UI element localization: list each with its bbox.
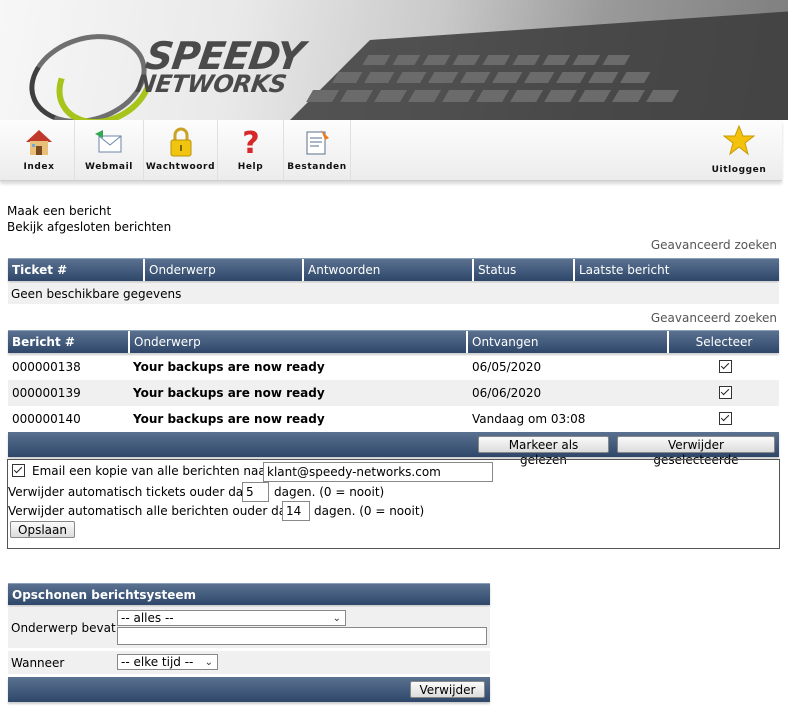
message-retention-suffix: dagen. (0 = nooit) bbox=[314, 504, 425, 518]
save-button[interactable]: Opslaan bbox=[10, 521, 75, 538]
messages-table-header: Bericht # Onderwerp Ontvangen Selecteer bbox=[8, 330, 779, 353]
message-subject-link[interactable]: Your backups are now ready bbox=[133, 380, 325, 406]
speedy-networks-logo: SPEEDY NETWORKS bbox=[17, 19, 328, 120]
col-subject[interactable]: Onderwerp bbox=[145, 259, 304, 281]
subject-contains-label: Onderwerp bevat bbox=[11, 621, 116, 635]
toolbar-password-label: Wachtwoord bbox=[145, 162, 216, 172]
email-copy-field[interactable]: klant@speedy-networks.com bbox=[263, 462, 493, 482]
delete-selected-button[interactable]: Verwijder geselecteerde bbox=[617, 436, 775, 467]
subject-text-input[interactable] bbox=[117, 627, 487, 645]
message-settings-panel: Email een kopie van alle berichten naar … bbox=[7, 459, 780, 549]
cleanup-when-row: Wanneer -- elke tijd -- ⌄ bbox=[8, 651, 490, 674]
message-select-checkbox[interactable] bbox=[719, 412, 732, 425]
lock-icon bbox=[170, 127, 191, 157]
message-received: Vandaag om 03:08 bbox=[472, 412, 586, 426]
mark-read-button[interactable]: Markeer als gelezen bbox=[478, 436, 609, 467]
advanced-search-link-tickets[interactable]: Geavanceerd zoeken bbox=[651, 238, 777, 252]
when-select[interactable]: -- elke tijd -- ⌄ bbox=[117, 654, 218, 670]
col-message-subject[interactable]: Onderwerp bbox=[130, 331, 468, 353]
toolbar-files-label: Bestanden bbox=[287, 162, 347, 172]
svg-text:?: ? bbox=[242, 126, 259, 158]
table-row: 000000139 Your backups are now ready 06/… bbox=[8, 380, 779, 406]
message-id: 000000140 bbox=[12, 412, 81, 426]
col-ticket-number[interactable]: Ticket # bbox=[8, 259, 145, 281]
cleanup-action-bar: Verwijder bbox=[8, 677, 490, 702]
new-message-link[interactable]: Maak een bericht bbox=[7, 203, 171, 219]
ticket-retention-suffix: dagen. (0 = nooit) bbox=[274, 485, 385, 499]
message-id: 000000138 bbox=[12, 360, 81, 374]
files-icon bbox=[306, 130, 329, 155]
tickets-empty-message: Geen beschikbare gegevens bbox=[8, 284, 779, 304]
col-message-number[interactable]: Bericht # bbox=[8, 331, 130, 353]
table-row: 000000140 Your backups are now ready Van… bbox=[8, 406, 779, 432]
cleanup-section-title: Opschonen berichtsysteem bbox=[8, 583, 490, 605]
toolbar-index-label: Index bbox=[23, 162, 55, 172]
closed-messages-link[interactable]: Bekijk afgesloten berichten bbox=[7, 219, 171, 235]
keyboard-image bbox=[290, 11, 788, 120]
col-last-message[interactable]: Laatste bericht bbox=[575, 259, 779, 281]
main-toolbar: Index Webmail Wachtwoord ? Help Bestande… bbox=[0, 120, 782, 181]
star-icon bbox=[723, 124, 755, 156]
message-id: 000000139 bbox=[12, 386, 81, 400]
tickets-table-header: Ticket # Onderwerp Antwoorden Status Laa… bbox=[8, 258, 779, 281]
cleanup-delete-button[interactable]: Verwijder bbox=[410, 681, 485, 698]
advanced-search-link-messages[interactable]: Geavanceerd zoeken bbox=[651, 311, 777, 325]
chevron-down-icon: ⌄ bbox=[204, 657, 213, 668]
message-select-checkbox[interactable] bbox=[719, 360, 732, 373]
col-received[interactable]: Ontvangen bbox=[468, 331, 669, 353]
message-links: Maak een bericht Bekijk afgesloten beric… bbox=[7, 203, 171, 235]
toolbar-logout[interactable]: Uitloggen bbox=[706, 120, 772, 180]
header-banner: SPEEDY NETWORKS bbox=[0, 0, 788, 120]
message-select-checkbox[interactable] bbox=[719, 386, 732, 399]
chevron-down-icon: ⌄ bbox=[332, 613, 341, 624]
question-icon: ? bbox=[242, 126, 259, 158]
logo-text-networks: NETWORKS bbox=[134, 70, 289, 98]
message-subject-link[interactable]: Your backups are now ready bbox=[133, 354, 325, 380]
toolbar-logout-label: Uitloggen bbox=[711, 165, 767, 175]
ticket-retention-days-input[interactable]: 5 bbox=[242, 482, 269, 502]
message-retention-days-input[interactable]: 14 bbox=[282, 501, 310, 521]
house-icon bbox=[26, 130, 52, 155]
message-received: 06/06/2020 bbox=[472, 386, 542, 400]
cleanup-subject-row: Onderwerp bevat -- alles -- ⌄ bbox=[8, 607, 490, 648]
message-subject-link[interactable]: Your backups are now ready bbox=[133, 406, 325, 432]
message-retention-label: Verwijder automatisch alle berichten oud… bbox=[8, 504, 294, 518]
ticket-retention-label: Verwijder automatisch tickets ouder dan bbox=[8, 485, 251, 499]
toolbar-webmail[interactable]: Webmail bbox=[75, 120, 144, 180]
toolbar-index[interactable]: Index bbox=[4, 120, 75, 180]
table-row: 000000138 Your backups are now ready 06/… bbox=[8, 354, 779, 380]
col-select: Selecteer bbox=[695, 335, 753, 349]
toolbar-help[interactable]: ? Help bbox=[218, 120, 284, 180]
toolbar-files[interactable]: Bestanden bbox=[284, 120, 351, 180]
message-received: 06/05/2020 bbox=[472, 360, 542, 374]
when-label: Wanneer bbox=[11, 656, 65, 670]
messages-action-bar: Markeer als gelezen Verwijder geselectee… bbox=[8, 432, 779, 467]
subject-select[interactable]: -- alles -- ⌄ bbox=[117, 610, 346, 626]
toolbar-password[interactable]: Wachtwoord bbox=[144, 120, 218, 180]
when-select-value: -- elke tijd -- bbox=[121, 655, 194, 669]
toolbar-help-label: Help bbox=[237, 162, 264, 172]
col-replies[interactable]: Antwoorden bbox=[304, 259, 474, 281]
email-copy-checkbox[interactable] bbox=[12, 464, 25, 477]
email-copy-label: Email een kopie van alle berichten naar bbox=[32, 464, 271, 478]
mail-icon bbox=[95, 130, 122, 153]
toolbar-webmail-label: Webmail bbox=[85, 162, 133, 172]
col-status[interactable]: Status bbox=[474, 259, 575, 281]
subject-select-value: -- alles -- bbox=[121, 611, 174, 625]
